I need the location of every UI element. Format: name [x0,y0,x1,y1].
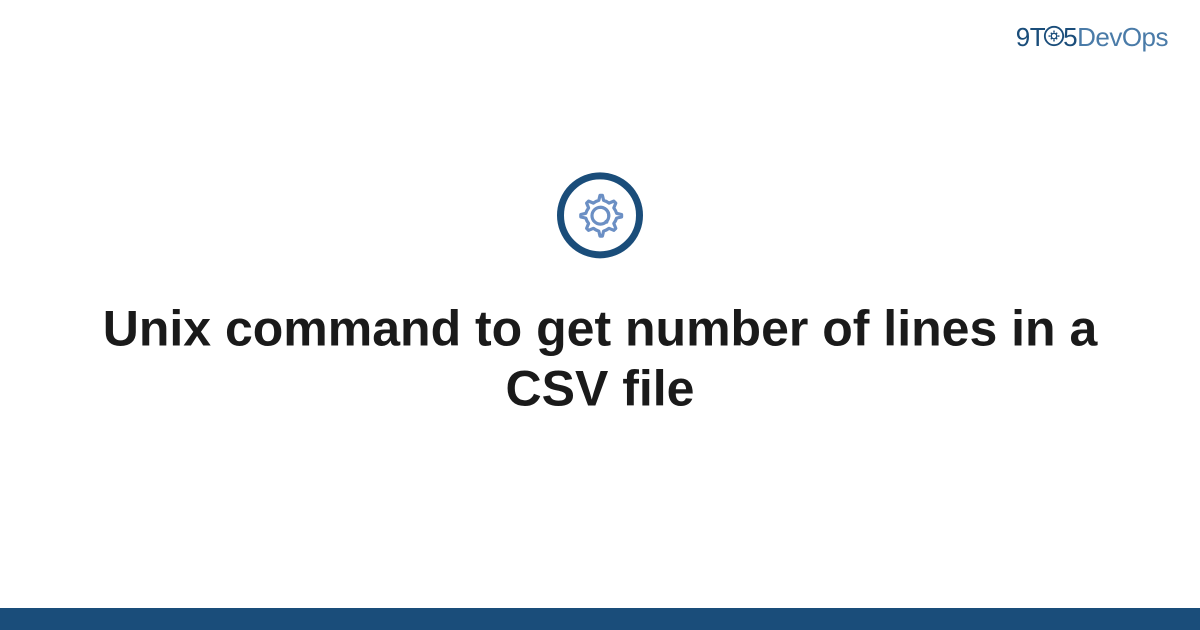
logo-text-part3: DevOps [1077,22,1168,52]
gear-badge [557,172,643,258]
gear-icon [576,191,624,239]
hero-content: Unix command to get number of lines in a… [0,172,1200,418]
site-logo: 9T 5DevOps [1016,22,1168,55]
gear-icon [1043,23,1065,54]
logo-text-part1: 9T [1016,22,1045,52]
logo-text-part2: 5 [1063,22,1077,52]
footer-accent-bar [0,608,1200,630]
page-title: Unix command to get number of lines in a… [0,298,1200,418]
